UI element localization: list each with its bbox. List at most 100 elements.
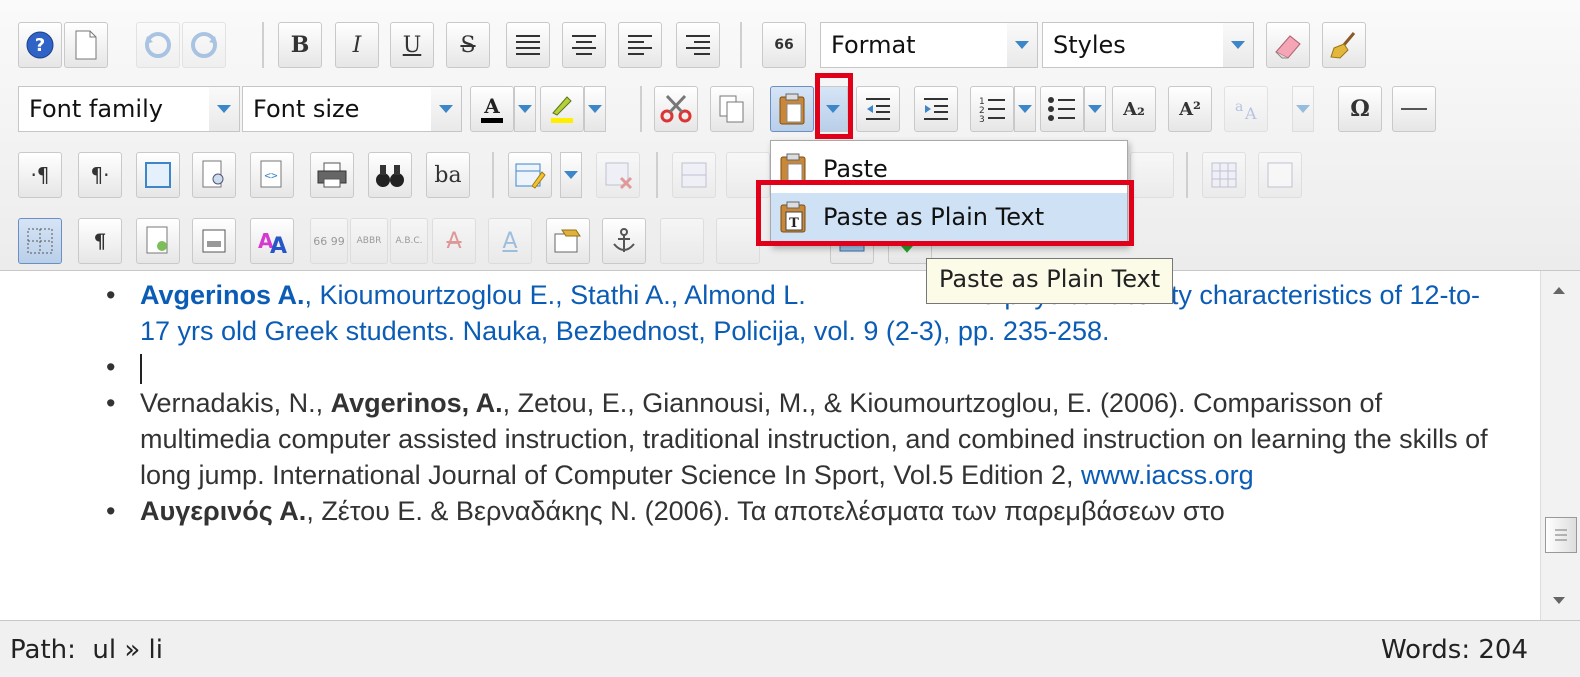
svg-text:A: A	[1244, 104, 1257, 123]
format-select-label: Format	[831, 31, 916, 59]
background-color-icon[interactable]	[540, 86, 584, 132]
unlink-icon[interactable]	[660, 218, 704, 264]
cleanup-broom-icon[interactable]	[1322, 22, 1366, 68]
cut-icon[interactable]	[654, 86, 698, 132]
ltr-icon[interactable]: ·¶	[18, 152, 62, 198]
undo-icon[interactable]	[136, 22, 180, 68]
bold-button[interactable]: B	[278, 22, 322, 68]
styles-select[interactable]: Styles	[1042, 22, 1254, 68]
scrollbar-thumb[interactable]	[1545, 517, 1577, 553]
format-select[interactable]: Format	[820, 22, 1038, 68]
list-item[interactable]: Avgerinos A., Kioumourtzoglou E., Stathi…	[106, 277, 1540, 349]
styles-icon[interactable]: AA	[250, 218, 294, 264]
subscript-button[interactable]: A₂	[1112, 86, 1156, 132]
delete-text-button[interactable]: A	[432, 218, 476, 264]
col-after-icon[interactable]	[1130, 152, 1174, 198]
toolbar-separator	[492, 152, 494, 198]
tooltip: Paste as Plain Text	[926, 258, 1174, 304]
toolbar-separator	[262, 22, 264, 68]
word-count: Words: 204	[1380, 635, 1528, 665]
template-icon[interactable]	[136, 218, 180, 264]
chevron-down-icon	[518, 105, 532, 113]
scroll-up-icon[interactable]	[1553, 287, 1565, 294]
status-bar: Path: ul » li Words: 204	[0, 620, 1580, 677]
acronym-button[interactable]: A.B.C.	[390, 218, 428, 264]
justify-full-icon[interactable]	[506, 22, 550, 68]
abbr-button[interactable]: ABBR	[350, 218, 388, 264]
path-value[interactable]: ul » li	[92, 635, 163, 665]
special-character-button[interactable]: Ω	[1338, 86, 1382, 132]
list-item[interactable]: Αυγερινός Α., Ζέτου Ε. & Βερναδάκης Ν. (…	[106, 493, 1540, 529]
row-properties-icon[interactable]	[672, 152, 716, 198]
charmap-color-icon[interactable]: aA	[1224, 86, 1268, 132]
insert-table-icon[interactable]	[508, 152, 552, 198]
insert-table-dropdown[interactable]	[560, 152, 582, 198]
align-center-icon[interactable]	[562, 22, 606, 68]
rtl-icon[interactable]: ¶·	[78, 152, 122, 198]
delete-table-icon[interactable]	[596, 152, 640, 198]
visual-aid-icon[interactable]	[18, 218, 62, 264]
italic-button[interactable]: I	[335, 22, 379, 68]
charmap-color-dropdown[interactable]	[1292, 86, 1314, 132]
preview-icon[interactable]	[192, 152, 236, 198]
text-color-icon[interactable]: A	[470, 86, 514, 132]
replace-button[interactable]: ba	[426, 152, 470, 198]
help-icon[interactable]: ?	[18, 22, 62, 68]
toolbar-separator	[740, 22, 742, 68]
reference-list: Avgerinos A., Kioumourtzoglou E., Stathi…	[0, 277, 1540, 529]
item-link[interactable]: www.iacss.org	[1081, 460, 1254, 490]
svg-text:<>: <>	[264, 169, 278, 182]
list-item[interactable]: Vernadakis, N., Avgerinos, A., Zetou, E.…	[106, 385, 1540, 493]
menu-item-label: Paste	[823, 155, 888, 183]
redo-icon[interactable]	[182, 22, 226, 68]
strikethrough-button[interactable]: S	[446, 22, 490, 68]
blockquote-button[interactable]: 66	[762, 22, 806, 68]
link-icon[interactable]	[716, 218, 760, 264]
editor-content[interactable]: Avgerinos A., Kioumourtzoglou E., Stathi…	[0, 271, 1540, 620]
font-size-select[interactable]: Font size	[242, 86, 462, 132]
layer-icon[interactable]	[1258, 152, 1302, 198]
show-blocks-icon[interactable]: ¶	[78, 218, 122, 264]
fullscreen-icon[interactable]	[136, 152, 180, 198]
item-text: , Kioumourtzoglou E., Stathi A., Almond …	[304, 280, 806, 310]
visual-aid-table-icon[interactable]	[1202, 152, 1246, 198]
insert-text-button[interactable]: A	[488, 218, 532, 264]
indent-icon[interactable]	[914, 86, 958, 132]
attributes-icon[interactable]	[546, 218, 590, 264]
author-bold: Αυγερινός Α.	[140, 496, 307, 526]
superscript-button[interactable]: A²	[1168, 86, 1212, 132]
list-item-empty[interactable]	[106, 349, 1540, 385]
vertical-scrollbar[interactable]	[1540, 271, 1580, 620]
page-break-icon[interactable]	[192, 218, 236, 264]
bullet-list-icon[interactable]	[1040, 86, 1084, 132]
copy-icon[interactable]	[710, 86, 754, 132]
outdent-icon[interactable]	[856, 86, 900, 132]
background-color-dropdown[interactable]	[584, 86, 606, 132]
svg-text:?: ?	[35, 35, 45, 56]
print-icon[interactable]	[310, 152, 354, 198]
align-right-icon[interactable]	[676, 22, 720, 68]
numbered-list-dropdown[interactable]	[1014, 86, 1036, 132]
anchor-icon[interactable]	[602, 218, 646, 264]
svg-text:3: 3	[979, 115, 985, 123]
scroll-down-icon[interactable]	[1553, 597, 1565, 604]
text-color-dropdown[interactable]	[514, 86, 536, 132]
new-document-icon[interactable]	[64, 22, 108, 68]
find-icon[interactable]	[368, 152, 412, 198]
numbered-list-icon[interactable]: 123	[970, 86, 1014, 132]
font-family-label: Font family	[29, 95, 163, 123]
author-bold: Avgerinos A.	[140, 280, 305, 310]
item-text: , Ζέτου Ε. & Βερναδάκης Ν. (2006). Τα απ…	[306, 496, 1225, 526]
chevron-down-icon	[209, 87, 239, 131]
html-source-icon[interactable]: <>	[250, 152, 294, 198]
underline-button[interactable]: U	[390, 22, 434, 68]
align-left-icon[interactable]	[618, 22, 662, 68]
eraser-icon[interactable]	[1266, 22, 1310, 68]
horizontal-rule-icon[interactable]	[1392, 86, 1436, 132]
toolbar-separator	[656, 152, 658, 198]
bullet-list-dropdown[interactable]	[1084, 86, 1106, 132]
cite-button[interactable]: 66 99	[310, 218, 348, 264]
toolbar-separator	[640, 86, 642, 132]
paste-icon[interactable]	[770, 86, 814, 132]
font-family-select[interactable]: Font family	[18, 86, 240, 132]
